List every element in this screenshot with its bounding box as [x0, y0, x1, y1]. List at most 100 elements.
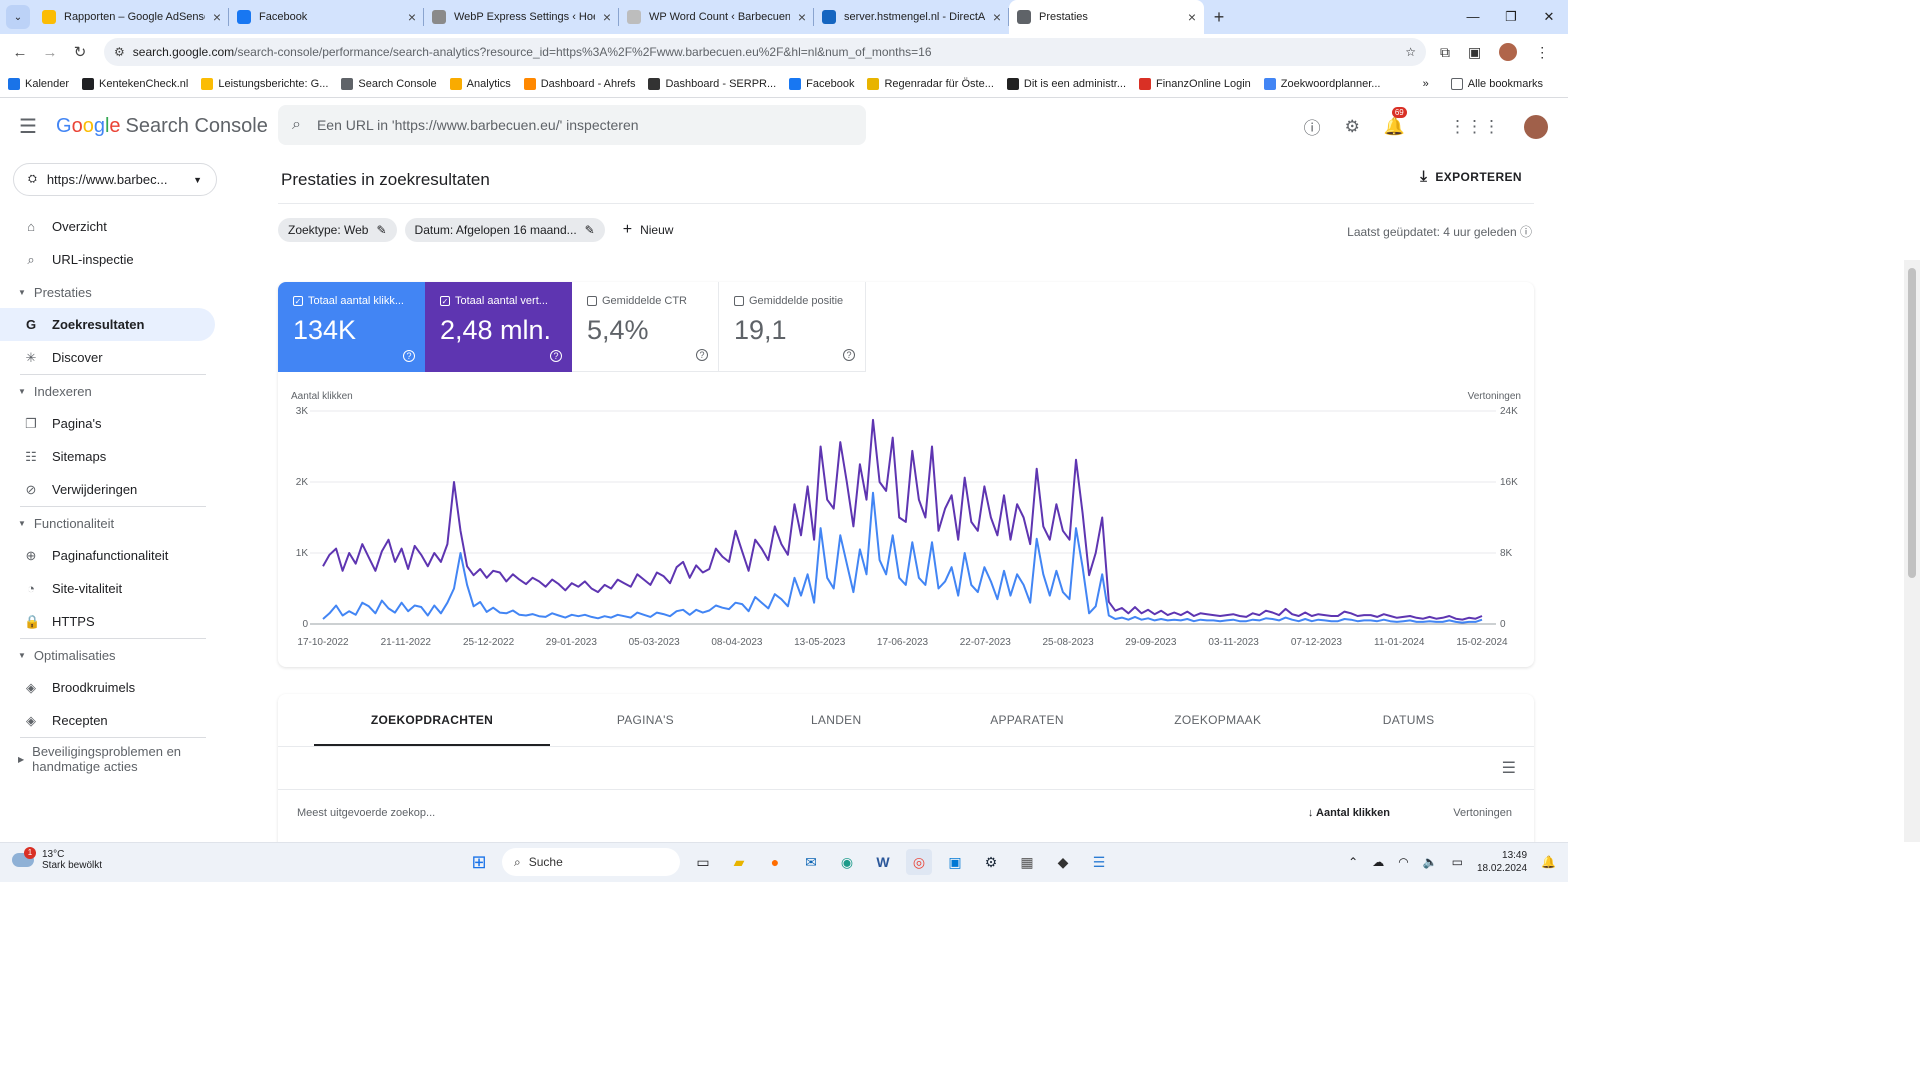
- metric-card[interactable]: ✓ Totaal aantal klikk... 134K?: [278, 282, 425, 372]
- url-inspect-search-input[interactable]: ⌕ Een URL in 'https://www.barbecuen.eu/'…: [278, 105, 866, 145]
- more-bookmarks-icon[interactable]: »: [1423, 78, 1429, 90]
- tab-landen[interactable]: LANDEN: [741, 694, 932, 746]
- close-window-icon[interactable]: ✕: [1530, 0, 1568, 34]
- bookmark-item[interactable]: Dit is een administr...: [1006, 77, 1126, 90]
- column-header-queries[interactable]: Meest uitgevoerde zoekop...: [297, 807, 435, 819]
- browser-tab[interactable]: WebP Express Settings ‹ Hoe la ×: [424, 0, 619, 34]
- sidebar-item-https[interactable]: 🔒 HTTPS: [0, 605, 215, 638]
- all-bookmarks-folder[interactable]: Alle bookmarks: [1450, 78, 1543, 90]
- sidebar-item-verwijderingen[interactable]: ⊘ Verwijderingen: [0, 473, 215, 506]
- sidebar-item-sitemaps[interactable]: ☷ Sitemaps: [0, 440, 215, 473]
- export-button[interactable]: ⤓ EXPORTEREN: [1420, 168, 1522, 185]
- chrome-icon[interactable]: ◎: [906, 849, 932, 875]
- minimize-icon[interactable]: —: [1454, 0, 1492, 34]
- tab-zoekopmaak[interactable]: ZOEKOPMAAK: [1122, 694, 1313, 746]
- metric-card[interactable]: ✓ Totaal aantal vert... 2,48 mln.?: [425, 282, 572, 372]
- bookmark-item[interactable]: Kalender: [8, 77, 69, 90]
- help-icon[interactable]: ?: [696, 349, 708, 361]
- browser-menu-icon[interactable]: ⋮: [1535, 44, 1549, 61]
- tab-zoekopdrachten[interactable]: ZOEKOPDRACHTEN: [314, 694, 550, 746]
- nav-section-header[interactable]: ▼ Optimalisaties: [0, 639, 230, 671]
- sidebar-item-pagina-s[interactable]: ❐ Pagina's: [0, 407, 215, 440]
- help-icon[interactable]: ?: [550, 350, 562, 362]
- notepad-icon[interactable]: ☰: [1086, 849, 1112, 875]
- restore-icon[interactable]: ❐: [1492, 0, 1530, 34]
- reload-icon[interactable]: ↻: [68, 43, 92, 61]
- sidebar-item-recepten[interactable]: ◈ Recepten: [0, 704, 215, 737]
- notification-center-icon[interactable]: 🔔: [1541, 855, 1556, 869]
- onedrive-icon[interactable]: ☁: [1372, 855, 1384, 869]
- tab-search-dropdown-icon[interactable]: ⌄: [6, 5, 30, 29]
- tab-pagina-s[interactable]: PAGINA'S: [550, 694, 741, 746]
- word-icon[interactable]: W: [870, 849, 896, 875]
- bookmark-item[interactable]: Regenradar für Öste...: [867, 77, 994, 90]
- bookmark-item[interactable]: Analytics: [449, 77, 511, 90]
- bookmark-item[interactable]: Search Console: [341, 77, 437, 90]
- sidebar-item-url-inspectie[interactable]: ⌕ URL-inspectie: [0, 243, 215, 276]
- close-tab-icon[interactable]: ×: [603, 9, 611, 25]
- browser-tab[interactable]: server.hstmengel.nl - DirectAdm ×: [814, 0, 1009, 34]
- browser-tab[interactable]: WP Word Count ‹ Barbecuen.eu ×: [619, 0, 814, 34]
- help-icon[interactable]: ?: [403, 350, 415, 362]
- filter-chip-date[interactable]: Datum: Afgelopen 16 maand... ✎: [404, 218, 605, 242]
- help-icon[interactable]: ?: [843, 349, 855, 361]
- side-panel-icon[interactable]: ▣: [1468, 44, 1481, 61]
- close-tab-icon[interactable]: ×: [1188, 9, 1196, 25]
- edge-icon[interactable]: ◉: [834, 849, 860, 875]
- new-filter-button[interactable]: + Nieuw: [623, 221, 674, 239]
- firefox-icon[interactable]: ●: [762, 849, 788, 875]
- system-clock[interactable]: 13:49 18.02.2024: [1477, 849, 1527, 875]
- sidebar-item-paginafunctionaliteit[interactable]: ⊕ Paginafunctionaliteit: [0, 539, 215, 572]
- new-tab-button[interactable]: +: [1204, 7, 1234, 28]
- app-logo[interactable]: Google Search Console: [56, 115, 268, 138]
- property-selector[interactable]: ⛭ https://www.barbec... ▼: [13, 163, 217, 196]
- bookmark-item[interactable]: FinanzOnline Login: [1139, 77, 1251, 90]
- checkbox-checked-icon[interactable]: ✓: [440, 296, 450, 306]
- browser-tab[interactable]: Rapporten – Google AdSense ×: [34, 0, 229, 34]
- chevron-up-icon[interactable]: ⌃: [1348, 855, 1358, 869]
- nav-section-header[interactable]: ▼ Prestaties: [0, 276, 230, 308]
- metric-card[interactable]: Gemiddelde positie 19,1?: [719, 282, 866, 372]
- hamburger-menu-icon[interactable]: ☰: [0, 114, 56, 139]
- bookmark-item[interactable]: Zoekwoordplanner...: [1263, 77, 1380, 90]
- scrollbar-thumb[interactable]: [1908, 268, 1916, 578]
- close-tab-icon[interactable]: ×: [798, 9, 806, 25]
- sidebar-item-site-vitaliteit[interactable]: ◔ Site-vitaliteit: [0, 572, 215, 605]
- photos-icon[interactable]: ▣: [942, 849, 968, 875]
- task-view-icon[interactable]: ▭: [690, 849, 716, 875]
- metric-card[interactable]: Gemiddelde CTR 5,4%?: [572, 282, 719, 372]
- back-icon[interactable]: ←: [8, 44, 32, 61]
- app-icon[interactable]: ◆: [1050, 849, 1076, 875]
- help-icon[interactable]: ⓘ: [1520, 225, 1532, 239]
- site-info-icon[interactable]: ⚙: [114, 45, 125, 59]
- tab-datums[interactable]: DATUMS: [1313, 694, 1504, 746]
- user-settings-icon[interactable]: ⚙: [1345, 117, 1360, 137]
- nav-section-header[interactable]: ▶ Beveiligingsproblemen en handmatige act…: [0, 738, 230, 780]
- filter-rows-icon[interactable]: ☰: [1502, 758, 1516, 778]
- sidebar-item-discover[interactable]: ✳ Discover: [0, 341, 215, 374]
- bookmark-item[interactable]: Dashboard - SERPR...: [648, 77, 776, 90]
- taskbar-search[interactable]: ⌕ Suche: [502, 848, 680, 876]
- wifi-icon[interactable]: ◠: [1398, 855, 1408, 869]
- notifications-bell-icon[interactable]: 🔔 69: [1384, 106, 1407, 137]
- bookmark-star-icon[interactable]: ☆: [1405, 45, 1416, 59]
- browser-tab[interactable]: Facebook ×: [229, 0, 424, 34]
- bookmark-item[interactable]: Leistungsberichte: G...: [201, 77, 328, 90]
- steam-icon[interactable]: ⚙: [978, 849, 1004, 875]
- checkbox-checked-icon[interactable]: ✓: [293, 296, 303, 306]
- close-tab-icon[interactable]: ×: [213, 9, 221, 25]
- weather-widget[interactable]: 1 13°C Stark bewölkt: [12, 847, 102, 871]
- url-omnibox[interactable]: ⚙ search.google.com/search-console/perfo…: [104, 38, 1426, 66]
- forward-icon[interactable]: →: [38, 44, 62, 61]
- battery-icon[interactable]: ▭: [1452, 855, 1463, 869]
- page-scrollbar[interactable]: [1904, 260, 1920, 842]
- column-header-impressions[interactable]: Vertoningen: [1453, 807, 1512, 819]
- calculator-icon[interactable]: ▦: [1014, 849, 1040, 875]
- windows-start-icon[interactable]: ⊞: [466, 849, 492, 875]
- bookmark-item[interactable]: Facebook: [789, 77, 854, 90]
- column-header-clicks[interactable]: ↓ Aantal klikken: [1308, 807, 1390, 819]
- sidebar-item-overzicht[interactable]: ⌂ Overzicht: [0, 210, 215, 243]
- filter-chip-search-type[interactable]: Zoektype: Web ✎: [278, 218, 397, 242]
- tab-apparaten[interactable]: APPARATEN: [932, 694, 1123, 746]
- profile-avatar[interactable]: [1499, 43, 1518, 61]
